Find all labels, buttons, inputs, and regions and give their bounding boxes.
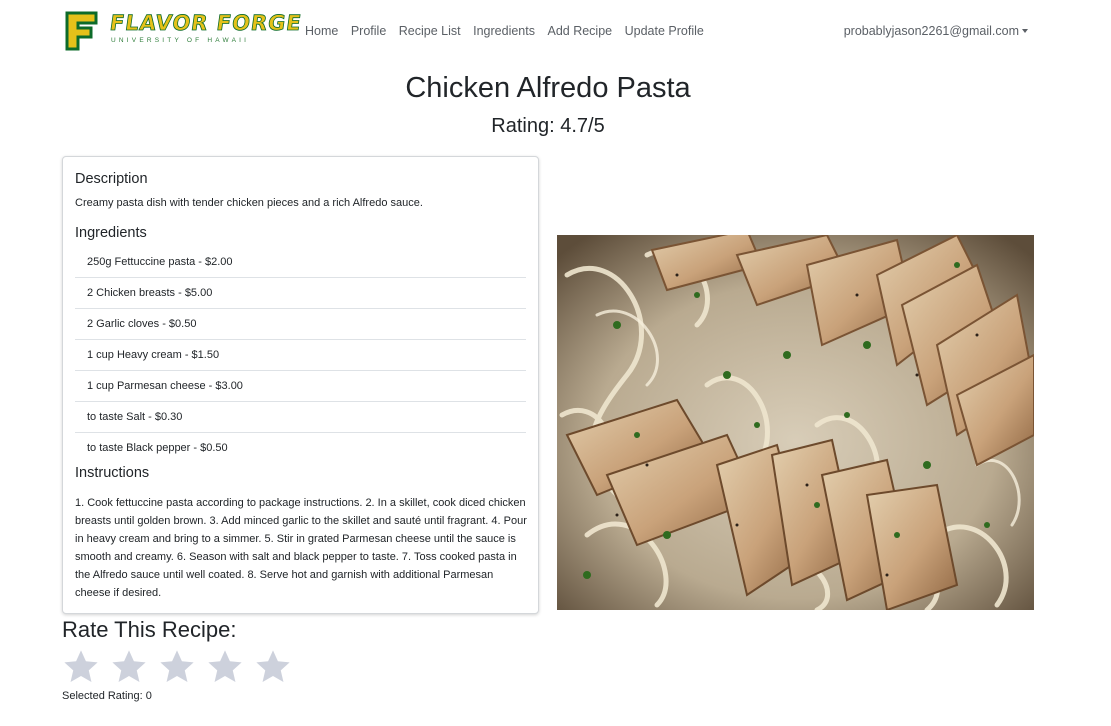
star-icon[interactable] (254, 648, 292, 686)
ingredient-item: 2 Garlic cloves - $0.50 (75, 309, 526, 340)
recipe-title: Chicken Alfredo Pasta (405, 72, 691, 104)
star-rating (62, 648, 302, 686)
nav-link-profile[interactable]: Profile (351, 24, 386, 38)
brand-f-logo-icon (65, 11, 98, 51)
instructions-heading: Instructions (75, 465, 150, 481)
brand-name: FLAVOR FORGE (108, 11, 304, 36)
nav-link-recipe-list[interactable]: Recipe List (399, 24, 461, 38)
caret-down-icon (1022, 29, 1028, 33)
ingredient-item: 250g Fettuccine pasta - $2.00 (75, 247, 526, 278)
nav-link-ingredients[interactable]: Ingredients (473, 24, 535, 38)
nav-link-home[interactable]: Home (305, 24, 338, 38)
star-icon[interactable] (206, 648, 244, 686)
nav-links: Home Profile Recipe List Ingredients Add… (305, 24, 716, 38)
description-text: Creamy pasta dish with tender chicken pi… (75, 197, 423, 209)
recipe-rating: Rating: 4.7/5 (491, 115, 605, 137)
brand-logo[interactable]: FLAVOR FORGE UNIVERSITY OF HAWAII (65, 10, 304, 53)
ingredient-item: 2 Chicken breasts - $5.00 (75, 278, 526, 309)
ingredients-heading: Ingredients (75, 225, 147, 241)
ingredient-item: 1 cup Heavy cream - $1.50 (75, 340, 526, 371)
star-icon[interactable] (110, 648, 148, 686)
recipe-details-card: Description Creamy pasta dish with tende… (62, 156, 539, 614)
description-heading: Description (75, 171, 148, 187)
star-icon[interactable] (158, 648, 196, 686)
brand-subtitle: UNIVERSITY OF HAWAII (111, 37, 250, 44)
recipe-photo-image (557, 235, 1034, 610)
nav-link-update-profile[interactable]: Update Profile (625, 24, 704, 38)
ingredient-item: to taste Black pepper - $0.50 (87, 442, 228, 454)
ingredients-list: 250g Fettuccine pasta - $2.00 2 Chicken … (75, 247, 526, 464)
nav-link-add-recipe[interactable]: Add Recipe (547, 24, 612, 38)
ingredient-item: 1 cup Parmesan cheese - $3.00 (75, 371, 526, 402)
user-email: probablyjason2261@gmail.com (843, 24, 1019, 38)
recipe-photo (557, 235, 1034, 610)
ingredient-item: to taste Salt - $0.30 (75, 402, 526, 433)
navbar: FLAVOR FORGE UNIVERSITY OF HAWAII Home P… (0, 0, 1111, 62)
user-dropdown[interactable]: probablyjason2261@gmail.com (844, 24, 1028, 38)
selected-rating: Selected Rating: 0 (62, 690, 152, 702)
star-icon[interactable] (62, 648, 100, 686)
rate-recipe-heading: Rate This Recipe: (62, 617, 237, 642)
instructions-text: 1. Cook fettuccine pasta according to pa… (75, 497, 527, 599)
